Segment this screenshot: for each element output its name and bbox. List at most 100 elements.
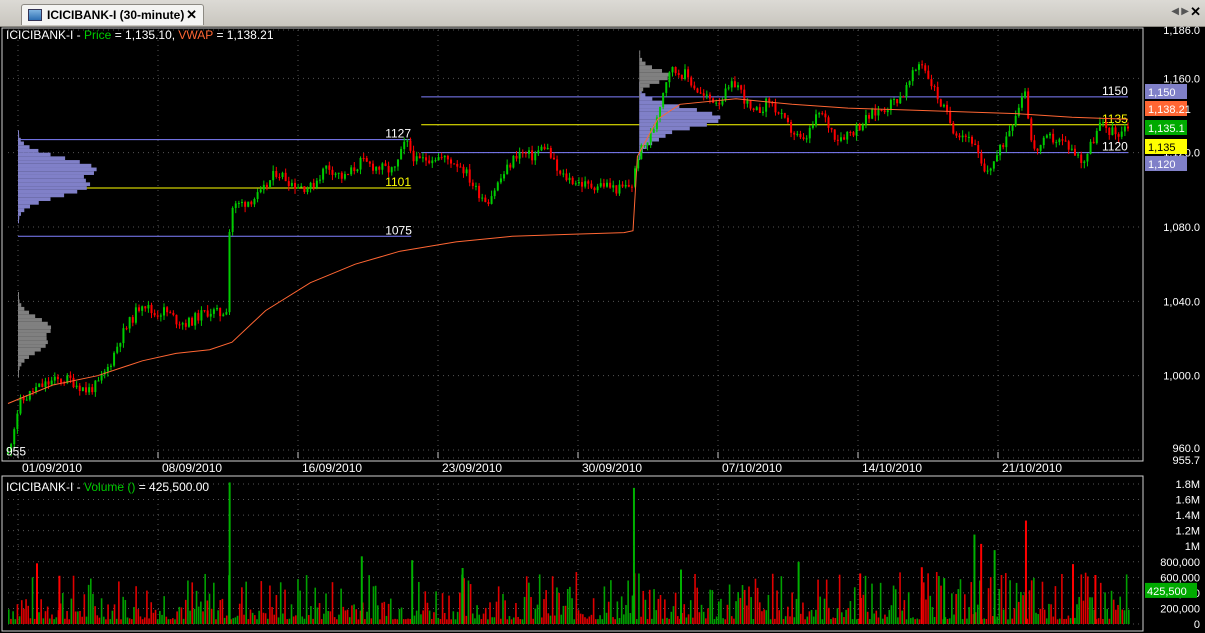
volume-bar [802, 602, 804, 624]
volume-profile-bar [18, 299, 20, 304]
candle-body [440, 157, 443, 159]
candle-body [546, 147, 549, 150]
candle-body [521, 152, 524, 154]
chart-canvas[interactable]: 112711011075115011351120 955 1,186.01,16… [0, 26, 1205, 633]
volume-bar [547, 613, 550, 624]
candle-body [693, 85, 696, 89]
candle-body [877, 109, 880, 116]
candle-body [955, 133, 958, 136]
volume-bar [310, 606, 312, 624]
candle-body [425, 157, 428, 161]
candle-body [387, 165, 390, 173]
candle-body [752, 108, 755, 111]
volume-bar [471, 613, 474, 624]
volume-bar [689, 600, 692, 624]
volume-bar [435, 591, 437, 624]
candle-body [802, 137, 805, 139]
chart-tab[interactable]: ICICIBANK-I (30-minute) ✕ [21, 4, 204, 25]
volume-bar [428, 610, 431, 624]
volume-profile-bar [18, 340, 48, 345]
candle-body [662, 92, 665, 107]
candle-body [995, 155, 998, 162]
candle-body [122, 328, 125, 344]
candle-body [964, 135, 967, 138]
volume-bar [784, 616, 787, 624]
tab-bar: ICICIBANK-I (30-minute) ✕ ◀ ▶ ✕ [0, 0, 1205, 27]
volume-bar [810, 609, 813, 624]
volume-bar [126, 617, 129, 624]
volume-bar [102, 616, 105, 624]
volume-bar [366, 611, 368, 624]
volume-profile-bar [639, 50, 641, 55]
volume-bar [607, 601, 610, 624]
volume-bar [569, 586, 571, 624]
candle-body [290, 182, 293, 187]
date-tick-label: 08/09/2010 [162, 461, 222, 475]
volume-profile-bar [18, 358, 25, 363]
candle-body [790, 122, 793, 133]
candle-body [974, 143, 977, 146]
volume-bar [724, 619, 727, 624]
volume-bar [502, 593, 504, 624]
volume-bar [478, 614, 481, 624]
volume-bar [161, 614, 163, 624]
candle-body [159, 315, 162, 317]
tab-close-icon[interactable]: ✕ [186, 7, 197, 23]
window-close-icon[interactable]: ✕ [1190, 4, 1201, 20]
volume-bar [96, 615, 99, 624]
candle-body [577, 182, 580, 184]
volume-bar [989, 577, 992, 624]
candle-body [967, 136, 970, 138]
volume-bar [195, 590, 198, 624]
candle-body [986, 170, 989, 172]
volume-bar [573, 619, 575, 624]
volume-profile-bar [639, 80, 660, 84]
candle-body [605, 182, 608, 187]
volume-profile-bar [639, 130, 673, 135]
volume-bar [193, 608, 196, 624]
level-label: 1075 [385, 223, 412, 237]
candle-body [549, 147, 552, 158]
volume-bar [1125, 574, 1128, 624]
candle-body [537, 150, 540, 154]
volume-bar [707, 608, 709, 624]
volume-bar [469, 584, 472, 624]
candle-body [796, 133, 799, 135]
candle-body [690, 77, 693, 86]
volume-bar [336, 619, 338, 624]
candle-body [38, 383, 41, 387]
volume-bar [33, 618, 36, 624]
volume-bar [1108, 618, 1111, 624]
candle-body [334, 173, 337, 175]
candle-body [593, 187, 596, 191]
scroll-left-icon[interactable]: ◀ [1171, 6, 1179, 17]
candle-body [989, 168, 992, 171]
candle-body [933, 86, 936, 88]
candle-body [487, 202, 490, 204]
volume-bar [741, 585, 744, 624]
candle-body [624, 184, 627, 187]
volume-bar [387, 603, 390, 624]
candle-body [683, 69, 686, 79]
volume-bar [290, 604, 293, 624]
volume-bar [217, 610, 219, 624]
volume-bar [150, 602, 153, 624]
volume-profile-bar [18, 137, 21, 142]
date-tick-label: 14/10/2010 [862, 461, 922, 475]
volume-profile-bar [18, 178, 86, 183]
volume-bar [961, 619, 964, 624]
scroll-right-icon[interactable]: ▶ [1181, 6, 1189, 17]
volume-bar [532, 618, 534, 624]
candle-body [415, 156, 418, 162]
candle-body [331, 169, 334, 175]
level-label: 1120 [1102, 140, 1128, 154]
candle-body [949, 111, 952, 123]
volume-profile-bar [639, 100, 664, 105]
volume-bar [295, 615, 297, 624]
volume-bar [400, 607, 403, 624]
volume-bar [556, 587, 558, 624]
volume-bar [25, 599, 27, 624]
candle-body [774, 103, 777, 113]
candle-body [453, 163, 456, 165]
volume-bar [1017, 601, 1020, 624]
